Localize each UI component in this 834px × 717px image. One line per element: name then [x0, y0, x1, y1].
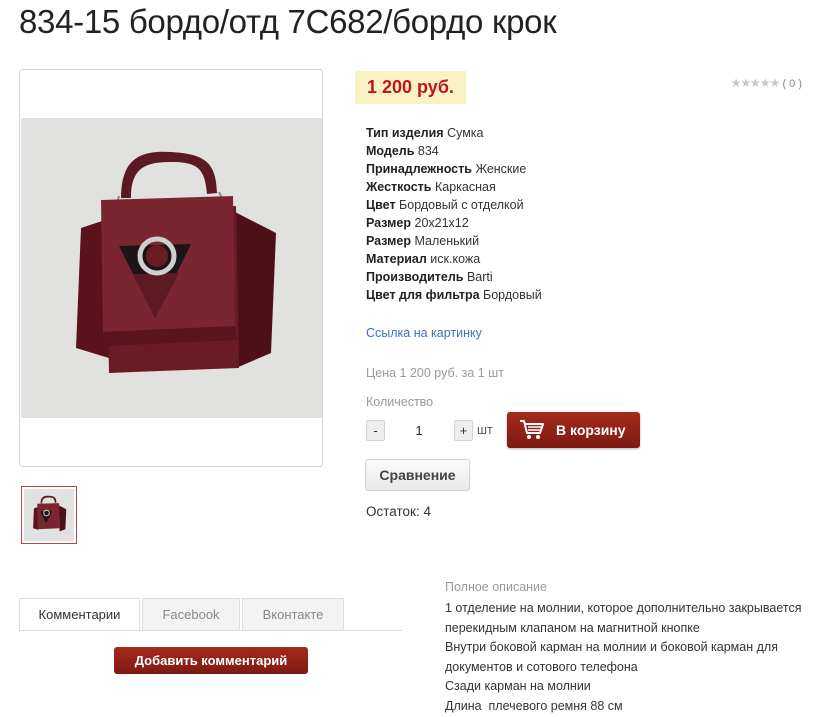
add-comment-button[interactable]: Добавить комментарий: [114, 647, 308, 674]
property-value: Barti: [466, 270, 493, 284]
social-tabs: Комментарии Facebook Вконтакте: [19, 598, 346, 632]
rating-widget[interactable]: ★★★★★ ( 0 ): [731, 76, 802, 90]
property-value: иск.кожа: [430, 252, 481, 266]
price-per-unit: Цена 1 200 руб. за 1 шт: [366, 366, 504, 380]
property-value: Сумка: [447, 126, 484, 140]
property-name: Принадлежность: [366, 162, 472, 176]
quantity-input[interactable]: [393, 420, 445, 441]
price-tag: 1 200 руб.: [355, 71, 466, 104]
property-name: Размер: [366, 216, 412, 230]
product-main-photo[interactable]: [19, 69, 323, 467]
quantity-decrease-button[interactable]: -: [366, 420, 385, 441]
property-row: Производитель Barti: [366, 268, 542, 286]
property-row: Принадлежность Женские: [366, 160, 542, 178]
property-value: Бордовый с отделкой: [399, 198, 524, 212]
property-name: Размер: [366, 234, 412, 248]
quantity-increase-button[interactable]: +: [454, 420, 473, 441]
description-line: 1 отделение на молнии, которое дополните…: [445, 601, 802, 635]
property-row: Размер Маленький: [366, 232, 542, 250]
property-row: Цвет для фильтра Бордовый: [366, 286, 542, 304]
property-row: Тип изделия Сумка: [366, 124, 542, 142]
property-value: 834: [417, 144, 439, 158]
bag-photo: [76, 151, 276, 373]
property-name: Материал: [366, 252, 427, 266]
property-value: Бордовый: [483, 288, 542, 302]
compare-button[interactable]: Сравнение: [365, 459, 470, 491]
property-row: Модель 834: [366, 142, 542, 160]
description-title: Полное описание: [445, 580, 547, 594]
image-link[interactable]: Ссылка на картинку: [366, 326, 482, 340]
quantity-unit: шт: [477, 423, 493, 437]
tabs-divider: [19, 630, 402, 631]
property-value: 20x21x12: [414, 216, 469, 230]
stock-status: Остаток: 4: [366, 504, 431, 519]
cart-icon: [520, 420, 544, 439]
property-name: Тип изделия: [366, 126, 444, 140]
property-name: Цвет для фильтра: [366, 288, 480, 302]
property-row: Материал иск.кожа: [366, 250, 542, 268]
property-row: Размер 20x21x12: [366, 214, 542, 232]
description-body: 1 отделение на молнии, которое дополните…: [445, 599, 830, 716]
product-thumbnail[interactable]: [21, 486, 77, 544]
rating-count: ( 0 ): [782, 78, 802, 90]
tab-facebook[interactable]: Facebook: [142, 598, 240, 631]
tab-comments[interactable]: Комментарии: [19, 598, 140, 632]
quantity-label: Количество: [366, 395, 434, 409]
property-row: Жесткость Каркасная: [366, 178, 542, 196]
property-value: Маленький: [414, 234, 480, 248]
description-line: Внутри боковой карман на молнии и боково…: [445, 640, 778, 674]
star-icon[interactable]: ★★★★★: [731, 76, 781, 90]
property-value: Каркасная: [434, 180, 496, 194]
description-line: Длина плечевого ремня 88 см: [445, 698, 623, 713]
page-title: 834-15 бордо/отд 7C682/бордо крок: [19, 3, 557, 40]
add-to-cart-label: В корзину: [556, 422, 626, 438]
property-row: Цвет Бордовый с отделкой: [366, 196, 542, 214]
property-name: Модель: [366, 144, 415, 158]
add-to-cart-button[interactable]: В корзину: [507, 412, 640, 448]
bag-thumbnail-icon: [33, 495, 67, 532]
property-name: Цвет: [366, 198, 396, 212]
description-line: Сзади карман на молнии: [445, 679, 591, 693]
property-name: Производитель: [366, 270, 464, 284]
tab-vkontakte[interactable]: Вконтакте: [242, 598, 344, 631]
product-properties: Тип изделия Сумка Модель 834 Принадлежно…: [366, 124, 542, 304]
property-name: Жесткость: [366, 180, 432, 194]
property-value: Женские: [475, 162, 527, 176]
